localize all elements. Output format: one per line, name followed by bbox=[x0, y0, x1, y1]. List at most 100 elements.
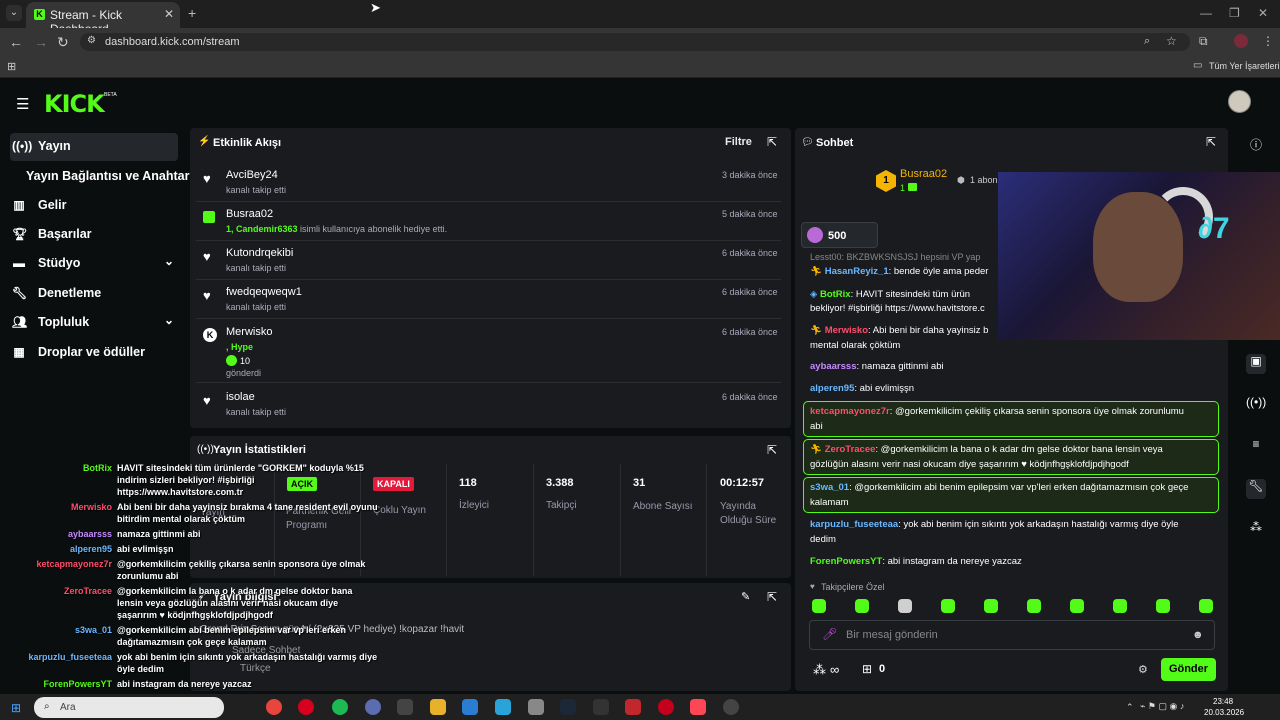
chrome-icon[interactable] bbox=[266, 699, 282, 715]
send-button[interactable]: Gönder bbox=[1161, 658, 1216, 681]
chat-username[interactable]: alperen95 bbox=[810, 383, 854, 394]
tray-icons[interactable]: ⌁ ⚑ ▢ ◉ ♪ bbox=[1140, 701, 1184, 712]
stat-value: 31 bbox=[633, 477, 646, 489]
filter-button[interactable]: Filtre bbox=[725, 136, 752, 148]
broadcast-rail-icon[interactable]: ((•)) bbox=[1246, 395, 1266, 415]
browser-tab[interactable]: K Stream - Kick Dashboard ✕ bbox=[26, 2, 180, 36]
bookmark-star-icon[interactable]: ☆ bbox=[1166, 34, 1177, 48]
event-detail: kanalı takip etti bbox=[226, 407, 287, 417]
sidebar-item-yayin[interactable]: ((•)) Yayın bbox=[10, 133, 178, 161]
chat-username[interactable]: ForenPowersYT bbox=[810, 556, 882, 567]
microphone-icon[interactable]: 🎤︎ bbox=[822, 627, 837, 641]
app-icon[interactable] bbox=[365, 699, 381, 715]
extensions-icon[interactable]: ⧉ bbox=[1199, 34, 1208, 49]
valorant-icon[interactable] bbox=[690, 699, 706, 715]
new-tab-button[interactable]: + bbox=[188, 5, 196, 21]
emoji-picker-icon[interactable]: ☻ bbox=[1192, 629, 1204, 641]
clock-date[interactable]: 20.03.2026 bbox=[1204, 708, 1244, 717]
emote-icon[interactable] bbox=[1113, 599, 1127, 613]
minimize-icon[interactable]: — bbox=[1200, 6, 1212, 20]
app-icon[interactable] bbox=[723, 699, 739, 715]
app-icon[interactable] bbox=[397, 699, 413, 715]
close-window-icon[interactable]: ✕ bbox=[1258, 6, 1268, 20]
emote-icon[interactable] bbox=[941, 599, 955, 613]
emote-icon[interactable] bbox=[984, 599, 998, 613]
event-gift-target[interactable]: 1, Candemir6363 bbox=[226, 224, 298, 234]
event-name[interactable]: Busraa02 bbox=[226, 208, 273, 220]
emote-icon[interactable] bbox=[855, 599, 869, 613]
popout-icon[interactable]: ⇱ bbox=[767, 443, 777, 457]
address-bar[interactable] bbox=[80, 33, 1190, 51]
event-name[interactable]: Merwisko bbox=[226, 326, 272, 338]
kick-logo[interactable]: KICK bbox=[44, 90, 105, 118]
app-icon[interactable] bbox=[625, 699, 641, 715]
sidebar-item-topluluk[interactable]: 👥︎ Topluluk ⌄ bbox=[10, 309, 178, 337]
sidebar-item-gelir[interactable]: ▥ Gelir bbox=[10, 192, 178, 220]
emote-icon[interactable] bbox=[1156, 599, 1170, 613]
chat-username[interactable]: ketcapmayonez7r bbox=[810, 406, 890, 417]
chat-username[interactable]: ZeroTracee bbox=[825, 444, 876, 455]
maximize-icon[interactable]: ❐ bbox=[1229, 6, 1240, 20]
chat-username[interactable]: BotRix bbox=[820, 289, 851, 300]
edit-pencil-icon[interactable]: ✎ bbox=[741, 590, 750, 603]
clock-time[interactable]: 23:48 bbox=[1213, 697, 1233, 706]
gift-box-icon[interactable]: ⊞ bbox=[862, 662, 872, 676]
sidebar-item-droplar[interactable]: ▦ Droplar ve ödüller bbox=[10, 339, 178, 367]
chat-username[interactable]: Merwisko bbox=[825, 325, 868, 336]
opera-gx-icon[interactable] bbox=[658, 699, 674, 715]
event-name[interactable]: Kutondrqekibi bbox=[226, 247, 293, 259]
zoom-icon[interactable]: ⌕ bbox=[1144, 35, 1150, 48]
kicks-icon[interactable]: ⁂ bbox=[813, 662, 826, 678]
tray-chevron-icon[interactable]: ⌃ bbox=[1126, 702, 1134, 713]
event-name[interactable]: fwedqeqweqw1 bbox=[226, 286, 302, 298]
pinned-user[interactable]: Busraa02 bbox=[900, 168, 947, 180]
popout-icon[interactable]: ⇱ bbox=[1206, 135, 1216, 149]
emote-icon[interactable] bbox=[898, 599, 912, 613]
apps-grid-icon[interactable]: ⊞ bbox=[7, 60, 16, 73]
sidebar-item-denetleme[interactable]: 🔧︎ Denetleme bbox=[10, 280, 178, 308]
spotify-icon[interactable] bbox=[332, 699, 348, 715]
chat-username[interactable]: s3wa_01 bbox=[810, 482, 849, 493]
forward-icon[interactable]: → bbox=[34, 34, 48, 50]
back-icon[interactable]: ← bbox=[9, 34, 23, 50]
tab-list-button[interactable]: ⌄ bbox=[6, 5, 22, 21]
popout-icon[interactable]: ⇱ bbox=[767, 590, 777, 604]
profile-icon[interactable] bbox=[1234, 34, 1248, 48]
chat-settings-icon[interactable]: ⚙ bbox=[1138, 663, 1148, 676]
sidebar-item-basarilar[interactable]: 🏆︎ Başarılar bbox=[10, 221, 178, 249]
kicks-rail-icon[interactable]: ⁂ bbox=[1246, 520, 1266, 540]
stream-chat-overlay: BotRix HAVIT sitesindeki tüm ürünlerde "G… bbox=[0, 462, 380, 694]
user-avatar[interactable] bbox=[1228, 90, 1251, 113]
emote-icon[interactable] bbox=[1070, 599, 1084, 613]
file-explorer-icon[interactable] bbox=[430, 699, 446, 715]
mail-icon[interactable] bbox=[462, 699, 478, 715]
infinity-icon[interactable]: ∞ bbox=[830, 662, 839, 677]
all-bookmarks-link[interactable]: Tüm Yer İşaretleri bbox=[1209, 61, 1280, 71]
close-tab-icon[interactable]: ✕ bbox=[164, 7, 174, 21]
reload-icon[interactable]: ↻ bbox=[57, 34, 69, 51]
wrench-rail-icon[interactable]: 🔧︎ bbox=[1246, 479, 1266, 499]
sidebar-item-studyo[interactable]: ▬ Stüdyo ⌄ bbox=[10, 250, 178, 278]
info-icon[interactable]: ⓘ bbox=[1246, 136, 1266, 156]
emote-icon[interactable] bbox=[1199, 599, 1213, 613]
event-name[interactable]: AvciBey24 bbox=[226, 169, 278, 181]
chat-rail-icon[interactable]: ▣ bbox=[1246, 354, 1266, 374]
epic-games-icon[interactable] bbox=[593, 699, 609, 715]
hamburger-menu-icon[interactable]: ☰ bbox=[16, 95, 29, 113]
chat-username[interactable]: aybaarsss bbox=[810, 361, 856, 372]
opera-icon[interactable] bbox=[298, 699, 314, 715]
event-name[interactable]: isolae bbox=[226, 391, 255, 403]
chat-username[interactable]: HasanReyiz_1 bbox=[825, 266, 889, 277]
emote-icon[interactable] bbox=[812, 599, 826, 613]
sidebar-item-stream-key[interactable]: Yayın Bağlantısı ve Anahtarı bbox=[10, 163, 193, 191]
emote-icon[interactable] bbox=[1027, 599, 1041, 613]
steam-icon[interactable] bbox=[560, 699, 576, 715]
site-info-icon[interactable]: ⚙ bbox=[87, 35, 96, 46]
app-icon[interactable] bbox=[495, 699, 511, 715]
browser-menu-icon[interactable]: ⋮ bbox=[1262, 34, 1274, 48]
tools-rail-icon[interactable]: ≡ bbox=[1246, 437, 1266, 457]
popout-icon[interactable]: ⇱ bbox=[767, 135, 777, 149]
windows-start-icon[interactable]: ⊞ bbox=[11, 701, 21, 715]
chat-username[interactable]: karpuzlu_fuseeteaa bbox=[810, 519, 898, 530]
calculator-icon[interactable] bbox=[528, 699, 544, 715]
